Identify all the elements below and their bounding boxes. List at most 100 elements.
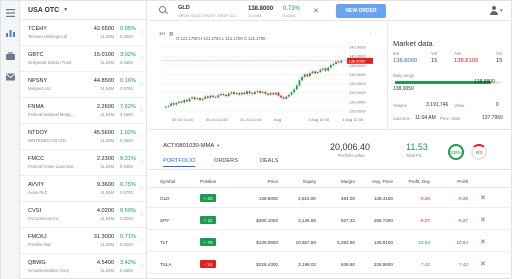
close-position-icon[interactable]: ✕	[480, 194, 486, 202]
vol-ask-value: 15	[496, 58, 503, 64]
row-symbol: TLT	[160, 240, 168, 245]
row-equity: 2,816.00	[298, 196, 316, 201]
col-margin[interactable]: Margin	[323, 179, 355, 184]
briefcase-icon[interactable]	[6, 52, 15, 60]
star-icon[interactable]: ☆	[139, 185, 144, 192]
col-price[interactable]: Price	[248, 179, 278, 184]
star-icon[interactable]: ☆	[139, 263, 144, 270]
candle-body	[267, 93, 269, 95]
wl-change: 0.0200	[120, 216, 133, 221]
candle-body	[246, 91, 248, 94]
price-chart[interactable]: 142.0000140.0000138.0000136.0000134.0000…	[156, 31, 384, 126]
user-icon	[492, 6, 496, 10]
wl-symbol: FMCC	[28, 156, 45, 162]
candle-body	[303, 74, 306, 77]
wl-symbol: GBTC	[28, 52, 44, 58]
tab-deals[interactable]: DEALS	[260, 158, 278, 164]
daily-low: 138.0050	[393, 86, 414, 92]
star-icon[interactable]: ☆	[139, 55, 144, 62]
candle-body	[193, 97, 196, 100]
close-position-icon[interactable]: ✕	[480, 260, 486, 268]
candle-body	[178, 101, 180, 103]
wl-name: Aviva PLC	[28, 190, 48, 195]
watchlist-item[interactable]: FNMA Federal National Mortg... 2.2600 11.04…	[20, 98, 146, 124]
star-icon[interactable]: ☆	[139, 237, 144, 244]
star-icon[interactable]: ☆	[139, 159, 144, 166]
position-badge: + 76	[200, 238, 216, 246]
row-symbol: GLD	[160, 196, 170, 201]
menu-icon[interactable]	[6, 9, 15, 17]
x-tick-label: 31 Jul 11:00	[240, 117, 262, 122]
watchlist-item[interactable]: CVSI CV Sciences Inc 4.0200 11.04M 0.50% 0.02…	[20, 202, 146, 228]
watchlist-item[interactable]: GBTC Grayscale Bitcoin Trust 15.0100 11.04M…	[20, 46, 146, 72]
candle-body	[340, 60, 343, 63]
search-icon[interactable]	[159, 6, 166, 13]
row-avg-price: 138.4100	[373, 196, 393, 201]
wl-symbol: FMCKJ	[28, 234, 47, 240]
tab-portfolio[interactable]: PORTFOLIO	[163, 158, 196, 167]
value-value: 0	[496, 102, 499, 108]
wl-change: 0.0700	[120, 190, 133, 195]
candle-body	[191, 97, 194, 99]
watchlist-selector[interactable]: USA OTC ▼	[20, 1, 146, 20]
table-row[interactable]: GLD + 20 138.8000 2,816.00 484.00 138.4100 -0.…	[148, 189, 512, 208]
col-profit[interactable]: Profit	[438, 179, 468, 184]
watchlist-item[interactable]: NPSNY Naspers Ltd 44.8500 11.04M 0.16% 0.0700…	[20, 72, 146, 98]
row-margin: 484.00	[340, 196, 355, 201]
star-icon[interactable]: ☆	[139, 81, 144, 88]
row-profit-day: 7.42	[421, 262, 430, 267]
clear-icon[interactable]: ✕	[313, 7, 319, 15]
tab-orders[interactable]: ORDERS	[214, 158, 238, 164]
col-equity[interactable]: Equity	[286, 179, 316, 184]
watchlist-item[interactable]: FMCKJ Freddie Mac 31.3000 11.04M 0.71% 0.2200…	[20, 228, 146, 254]
star-icon[interactable]: ☆	[139, 107, 144, 114]
close-position-icon[interactable]: ✕	[480, 216, 486, 224]
watchlist-item[interactable]: QBWG GrowGeneration Corp 4.5400 11.04M 3.42%…	[20, 254, 146, 279]
wl-change-pct: 1.02%	[120, 130, 136, 136]
row-profit: -6.27	[457, 218, 468, 223]
table-row[interactable]: SPY + 11 $285.1000 3,136.65 627.33 285.7200 -6…	[148, 211, 512, 230]
close-position-icon[interactable]: ✕	[480, 238, 486, 246]
x-tick-label: 30 Jul 11:00	[206, 117, 228, 122]
bid-value: 138.8000	[393, 58, 418, 64]
x-tick-label: 29 Jul 11:00	[172, 117, 194, 122]
row-price: $228.4300	[256, 262, 278, 267]
wl-change-pct: 0.71%	[120, 234, 136, 240]
user-menu[interactable]: ▾	[489, 6, 503, 16]
table-row[interactable]: TLT + 76 $139.0500 10,567.80 5,283.90 138.910…	[148, 233, 512, 252]
wl-volume: 11.04M	[100, 268, 114, 273]
mail-icon[interactable]	[6, 73, 15, 81]
star-icon[interactable]: ☆	[139, 29, 144, 36]
col-symbol[interactable]: Symbol	[160, 179, 175, 184]
row-profit-day: -6.27	[419, 218, 430, 223]
col-position[interactable]: Position	[200, 179, 216, 184]
candle-body	[165, 106, 167, 108]
chart-bars-icon[interactable]	[6, 29, 15, 37]
star-icon[interactable]: ☆	[139, 211, 144, 218]
new-order-button[interactable]: NEW ORDER	[336, 4, 386, 18]
candle-body	[201, 98, 204, 100]
volume-label: Volume	[393, 103, 407, 108]
watchlist-item[interactable]: NTDOY NINTENDO CO LTD 45.5600 11.04M 1.02% 0.…	[20, 124, 146, 150]
ticker-change-pct: 0.73%	[283, 6, 301, 12]
watchlist-item[interactable]: AVVIY Aviva PLC 9.3600 11.04M 0.75% 0.0700 ☆	[20, 176, 146, 202]
col-avg-price[interactable]: Avg. Price	[358, 179, 393, 184]
candle-body	[337, 61, 340, 63]
y-tick-label: 142.0000	[349, 45, 366, 50]
candle-body	[256, 91, 259, 92]
wl-name: Tencent Holdings Ltd	[28, 34, 68, 39]
watchlist-item[interactable]: FMCC Federal Home Loan Mor... 2.2300 11.04M…	[20, 150, 146, 176]
candle-body	[324, 68, 327, 71]
wl-change-pct: 0.50%	[120, 208, 136, 214]
account-selector[interactable]: ACT/0801030-MMA ▼	[163, 143, 220, 149]
table-row[interactable]: TSLA - 14 $228.4300 3,198.02 639.60 228.9600 7…	[148, 255, 512, 274]
candle-body	[206, 96, 209, 98]
candle-body	[167, 105, 170, 107]
star-icon[interactable]: ☆	[139, 133, 144, 140]
watchlist-item[interactable]: TCEHY Tencent Holdings Ltd 42.6500 11.04M 0.…	[20, 20, 146, 46]
col-profit-day[interactable]: Profit, Day	[398, 179, 430, 184]
candle-body	[185, 99, 188, 102]
wl-change: 0.1600	[120, 112, 133, 117]
candle-body	[180, 101, 183, 103]
candle-body	[196, 98, 199, 100]
